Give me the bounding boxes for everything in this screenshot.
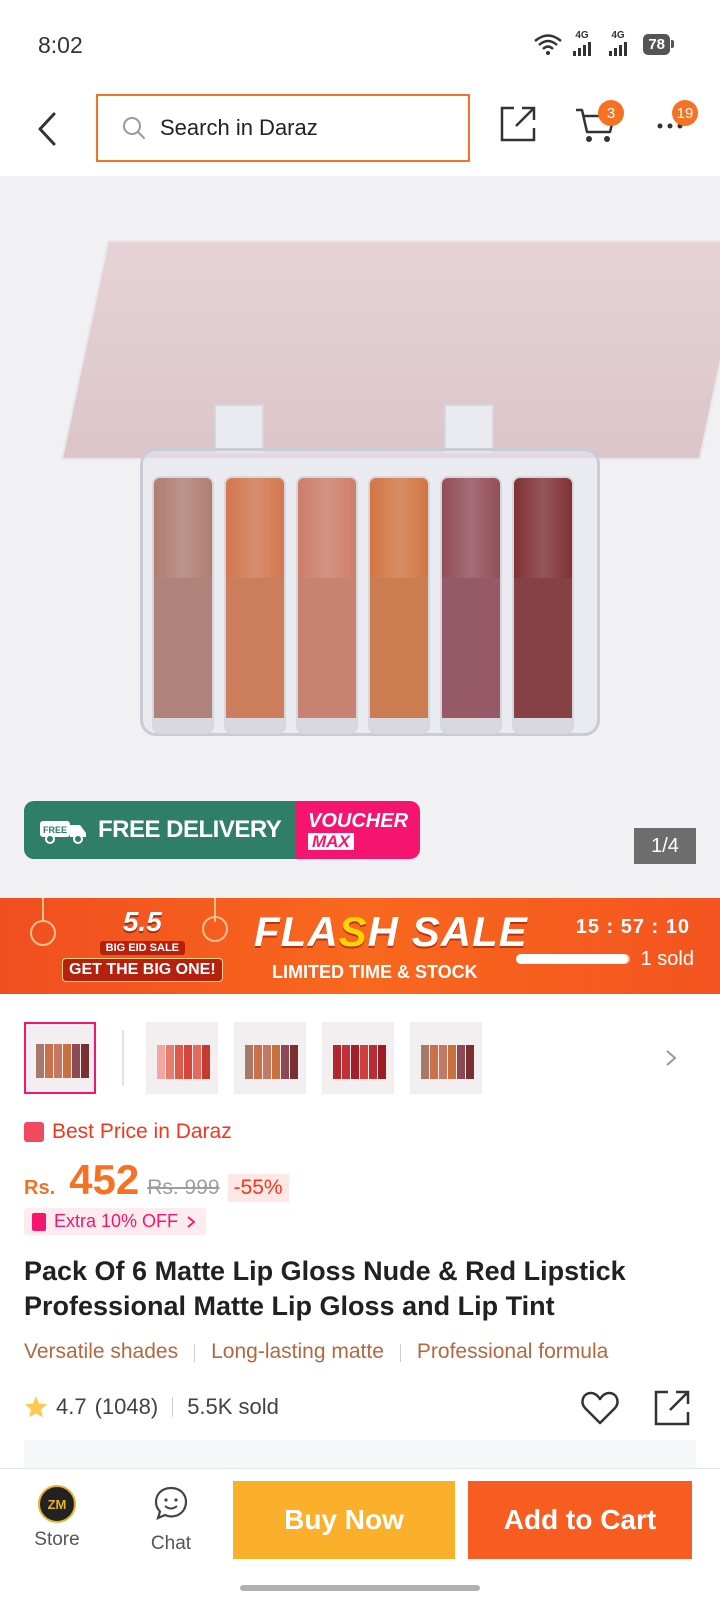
thumbnail-image[interactable]	[24, 1022, 96, 1094]
price-amount: 452	[69, 1156, 140, 1203]
voucher-max-text: MAX	[308, 832, 354, 850]
best-price-text: Best Price in Daraz	[52, 1120, 232, 1143]
thumbnail-image[interactable]	[146, 1022, 218, 1094]
voucher-icon	[32, 1212, 46, 1231]
free-delivery-text: FREE DELIVERY	[98, 816, 282, 843]
promo-strip: FREE FREE DELIVERY VOUCHER MAX	[24, 801, 420, 859]
rating-value: 4.7	[56, 1394, 87, 1419]
status-time: 8:02	[38, 32, 83, 58]
ornament-icon	[30, 920, 56, 946]
network-type-2: 4G	[611, 30, 625, 41]
more-badge: 19	[672, 100, 698, 126]
search-icon	[123, 117, 145, 139]
store-logo: ZM	[38, 1485, 76, 1523]
sold-count: 1 sold	[640, 948, 694, 970]
flash-sale-subtitle: LIMITED TIME & STOCK	[272, 962, 478, 982]
thumbnail-image[interactable]	[410, 1022, 482, 1094]
add-to-cart-button[interactable]: Add to Cart	[468, 1481, 692, 1559]
sold-progress-fill	[516, 954, 628, 964]
thumbnail-divider	[122, 1030, 124, 1086]
flash-sale-timer: 15 : 57 : 10	[575, 916, 690, 938]
hinge-left	[214, 404, 264, 454]
feature-tag: Versatile shades	[24, 1340, 179, 1363]
flash-sale-banner[interactable]: 5.5 BIG EID SALE GET THE BIG ONE! FLASH …	[0, 898, 720, 994]
home-indicator	[240, 1585, 480, 1591]
sold-progress-bar	[516, 954, 630, 964]
eid-sale-line1: BIG EID SALE	[99, 941, 185, 955]
product-title: Pack Of 6 Matte Lip Gloss Nude & Red Lip…	[24, 1256, 626, 1321]
signal-icon-1: 4G	[571, 30, 599, 56]
free-tag-text: FREE	[43, 825, 67, 835]
extra-offer-chip[interactable]: Extra 10% OFF	[24, 1208, 207, 1235]
lip-gloss-tube	[296, 476, 358, 734]
free-delivery-badge: FREE FREE DELIVERY	[24, 801, 296, 859]
original-price: Rs. 999	[147, 1176, 220, 1199]
eid-sale-line2: GET THE BIG ONE!	[62, 958, 223, 982]
image-counter: 1/4	[634, 828, 696, 864]
extra-offer-text: Extra 10% OFF	[54, 1211, 179, 1231]
cart-button[interactable]: 3	[574, 100, 624, 146]
review-count: (1048)	[94, 1394, 159, 1419]
hinge-right	[444, 404, 494, 454]
product-image-gallery[interactable]: FREE FREE DELIVERY VOUCHER MAX 1/4	[0, 176, 720, 898]
next-section-card	[24, 1440, 696, 1470]
chevron-right-icon[interactable]	[664, 1048, 678, 1068]
star-icon	[25, 1396, 47, 1418]
battery-icon: 78	[643, 33, 674, 55]
lip-gloss-tube	[368, 476, 430, 734]
price-row: Rs. 452 Rs. 999 -55%	[24, 1156, 289, 1204]
price-currency: Rs.	[24, 1177, 56, 1199]
top-header: 3 19	[0, 86, 720, 176]
battery-level: 78	[648, 35, 665, 53]
voucher-max-badge: VOUCHER MAX	[296, 801, 420, 859]
back-arrow-icon[interactable]	[32, 108, 62, 150]
eid-sale-logo: 5.5 BIG EID SALE GET THE BIG ONE!	[62, 906, 223, 982]
rating-row[interactable]: 4.7 (1048) 5.5K sold	[24, 1394, 279, 1420]
feature-divider	[194, 1344, 196, 1362]
feature-tag: Long-lasting matte	[211, 1340, 384, 1363]
lip-gloss-tube	[152, 476, 214, 734]
status-bar: 8:02 4G 4G 78	[0, 0, 720, 86]
network-type-1: 4G	[575, 30, 589, 41]
feature-tag: Professional formula	[416, 1340, 609, 1363]
lip-gloss-tube	[224, 476, 286, 734]
feature-divider	[399, 1344, 401, 1362]
store-label: Store	[34, 1529, 80, 1550]
sold-total: 5.5K sold	[187, 1394, 279, 1419]
search-bar[interactable]	[96, 94, 470, 162]
chevron-right-icon	[187, 1215, 196, 1228]
share-icon[interactable]	[496, 102, 540, 146]
more-button[interactable]: 19	[654, 100, 698, 146]
heart-icon[interactable]	[580, 1390, 620, 1426]
product-image-lid	[60, 240, 720, 460]
thumbnail-image[interactable]	[322, 1022, 394, 1094]
buy-now-button[interactable]: Buy Now	[233, 1481, 455, 1559]
best-price-label: Best Price in Daraz	[24, 1120, 232, 1144]
discount-badge: -55%	[227, 1174, 289, 1202]
search-input[interactable]	[160, 115, 440, 141]
lip-gloss-tube	[440, 476, 502, 734]
ornament-line	[42, 898, 44, 922]
flash-sale-title: FLASH SALE	[254, 908, 528, 955]
cart-badge: 3	[598, 100, 624, 126]
lip-gloss-tube	[512, 476, 574, 734]
share-icon[interactable]	[652, 1388, 692, 1428]
signal-icon-2: 4G	[607, 30, 635, 56]
store-button[interactable]: ZM Store	[22, 1485, 92, 1551]
feature-tags: Versatile shades Long-lasting matte Prof…	[24, 1340, 700, 1364]
chat-button[interactable]: Chat	[136, 1485, 206, 1555]
status-icons: 4G 4G 78	[533, 30, 674, 56]
voucher-text: VOUCHER	[308, 809, 409, 832]
chat-icon	[154, 1486, 188, 1520]
bottom-action-bar: ZM Store Chat Buy Now Add to Cart	[0, 1468, 720, 1600]
wifi-icon	[534, 34, 563, 55]
thumbnail-image[interactable]	[234, 1022, 306, 1094]
delivery-truck-icon: FREE	[40, 821, 86, 844]
rating-divider	[172, 1397, 174, 1417]
trend-down-icon	[24, 1122, 44, 1142]
thumbnail-strip	[24, 1022, 696, 1096]
eid-sale-number: 5.5	[122, 906, 162, 937]
chat-label: Chat	[150, 1533, 192, 1554]
